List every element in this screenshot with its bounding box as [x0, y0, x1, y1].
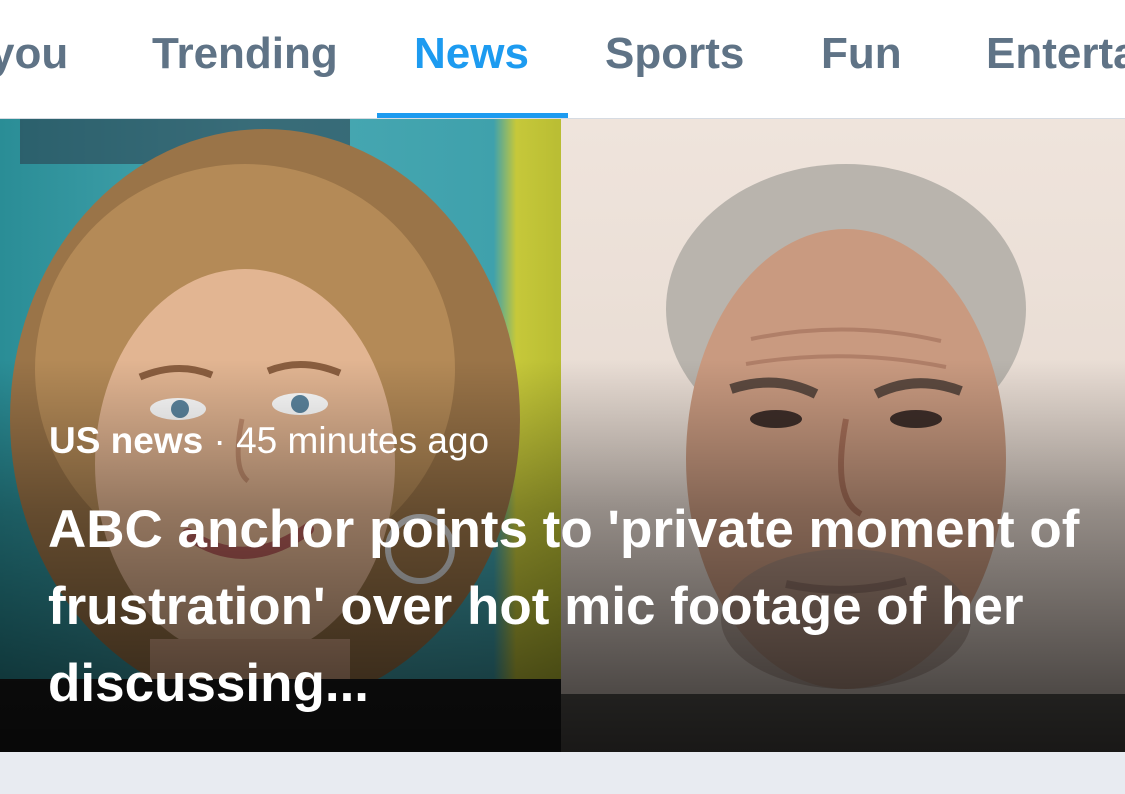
- active-tab-indicator: [377, 113, 568, 118]
- story-source: US news: [49, 420, 204, 461]
- featured-news-card[interactable]: US news · 45 minutes ago ABC anchor poin…: [0, 119, 1125, 752]
- story-meta: US news · 45 minutes ago: [49, 419, 489, 463]
- tab-entertainment[interactable]: Enterta: [986, 28, 1125, 80]
- tab-fun[interactable]: Fun: [821, 28, 902, 80]
- tab-for-you[interactable]: you: [0, 28, 68, 80]
- tab-sports[interactable]: Sports: [605, 28, 744, 80]
- tab-news[interactable]: News: [414, 28, 529, 80]
- feed-separator: [0, 752, 1125, 794]
- explore-tab-bar: you Trending News Sports Fun Enterta: [0, 0, 1125, 119]
- story-timestamp: 45 minutes ago: [236, 420, 490, 461]
- story-headline[interactable]: ABC anchor points to 'private moment of …: [48, 491, 1088, 722]
- tab-trending[interactable]: Trending: [152, 28, 338, 80]
- meta-separator: ·: [213, 420, 226, 461]
